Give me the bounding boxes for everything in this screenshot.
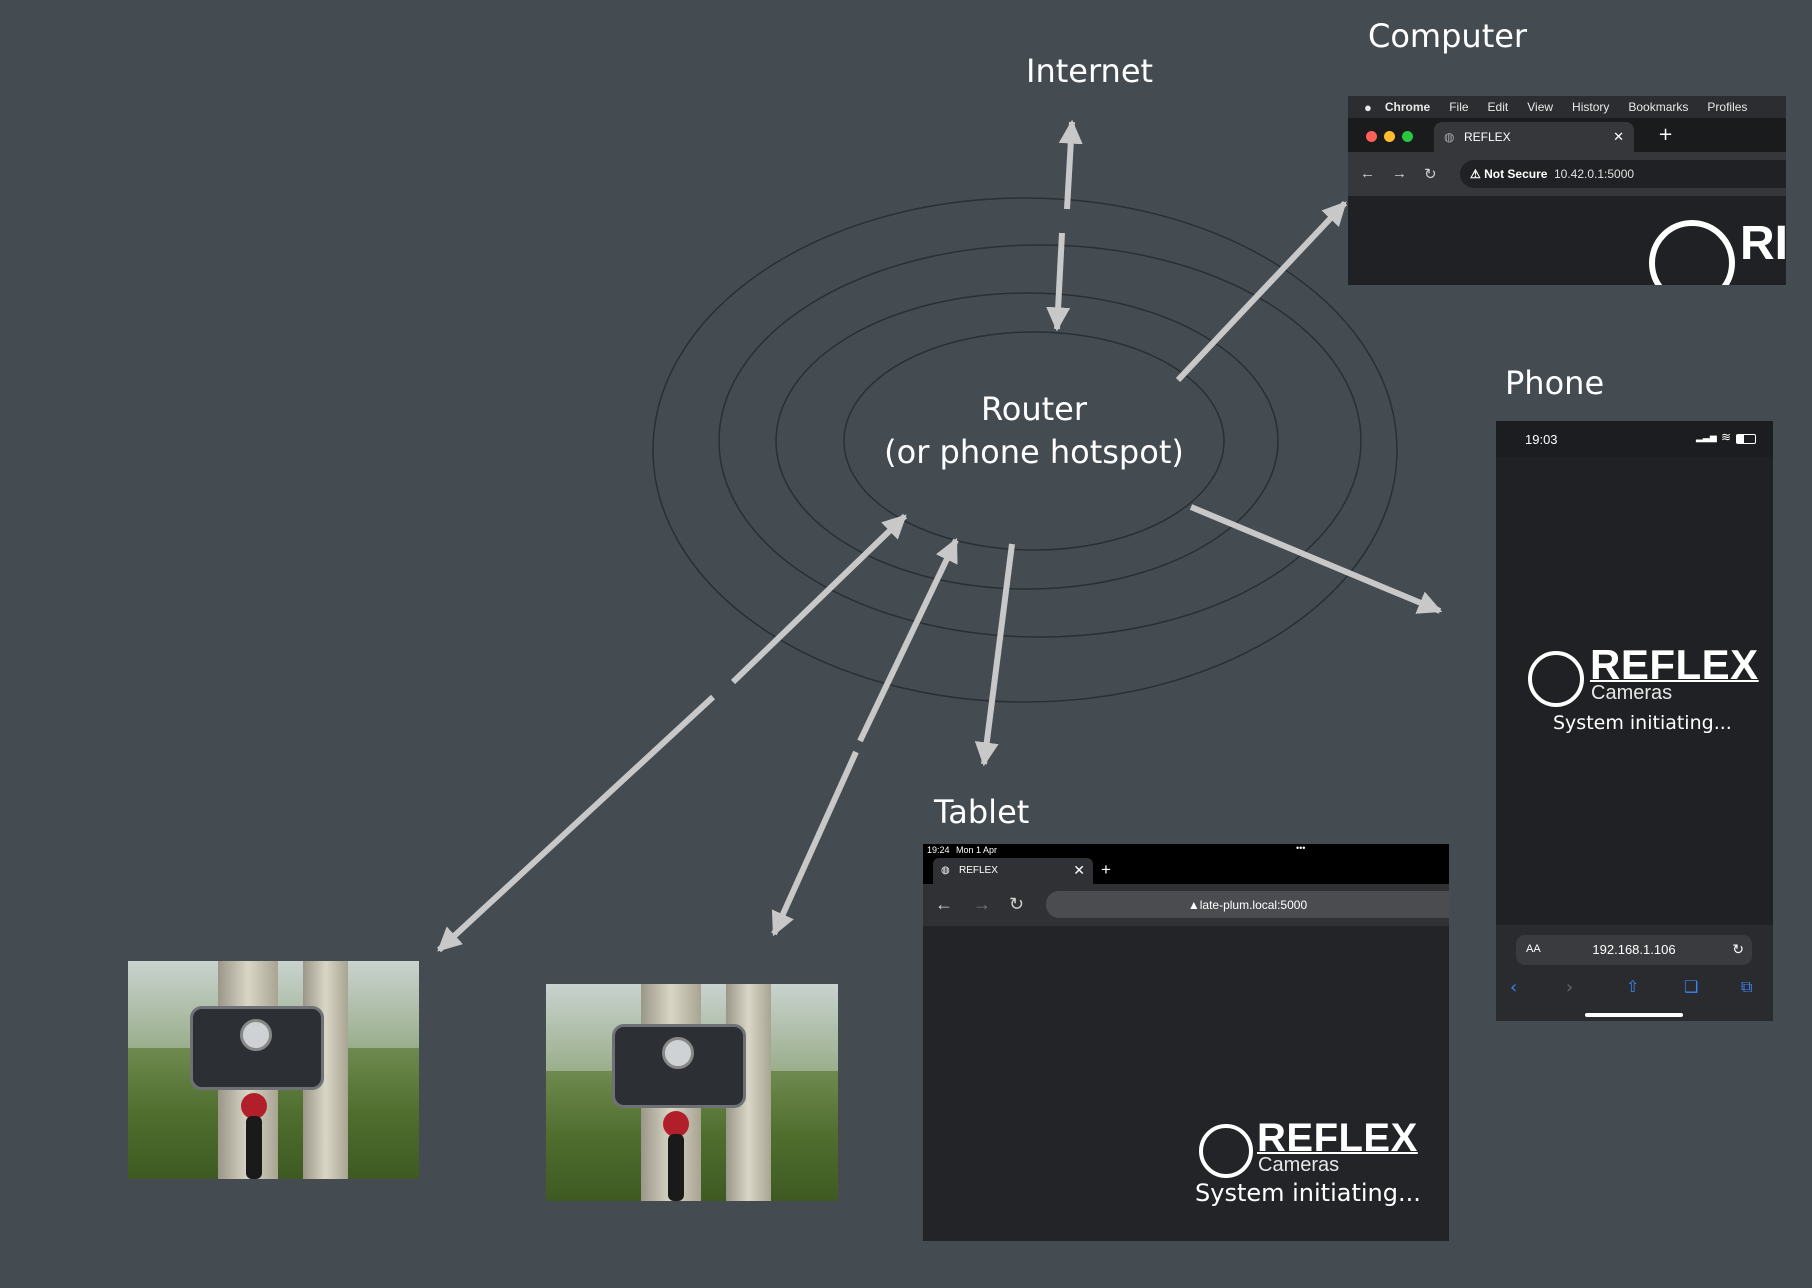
arrow-camera2-up: [857, 537, 959, 743]
tablet-label: Tablet: [934, 793, 1030, 831]
phone-subbrand: Cameras: [1591, 682, 1673, 704]
security-warning: ⚠ Not Secure: [1470, 167, 1548, 181]
tripod-legs: [246, 1116, 262, 1179]
forward-icon[interactable]: ›: [1566, 977, 1573, 998]
internet-label: Internet: [1026, 52, 1154, 90]
phone-time: 19:03: [1525, 432, 1558, 447]
wifi-icon: ≋: [1721, 430, 1732, 444]
tripod-legs: [668, 1134, 684, 1201]
phone-url: 192.168.1.106: [1592, 942, 1676, 957]
phone-safari-bottom: AA 192.168.1.106 ↻ ‹ › ⇧ ❑ ⧉: [1496, 925, 1773, 1021]
new-tab-button[interactable]: +: [1101, 860, 1111, 880]
tablet-date: Mon 1 Apr: [956, 845, 998, 855]
tablet-toolbar: ← → ↻ ▲late-plum.local:5000: [923, 884, 1449, 926]
menu-edit[interactable]: Edit: [1488, 100, 1509, 114]
back-icon[interactable]: ‹: [1510, 977, 1517, 998]
reflex-logo-partial: RI: [1740, 217, 1786, 270]
home-indicator: [1585, 1013, 1683, 1017]
share-icon[interactable]: ⇧: [1626, 977, 1639, 996]
router-label-line1: Router: [980, 390, 1088, 428]
menu-bookmarks[interactable]: Bookmarks: [1628, 100, 1688, 114]
minimize-window-button[interactable]: [1384, 131, 1395, 142]
phone-status: System initiating...: [1553, 712, 1732, 734]
globe-icon: ◍: [1444, 130, 1455, 144]
menu-history[interactable]: History: [1572, 100, 1609, 114]
address-url: 10.42.0.1:5000: [1554, 167, 1635, 181]
arrow-camera2-down: [771, 750, 859, 937]
tablet-url: late-plum.local:5000: [1199, 898, 1308, 912]
tablet-tab-title: REFLEX: [959, 865, 998, 876]
phone-label: Phone: [1505, 364, 1605, 402]
tab-title: REFLEX: [1464, 130, 1511, 144]
computer-browser-screenshot: ● Chrome File Edit View History Bookmark…: [1348, 96, 1786, 285]
chrome-toolbar: ← → ↻ ⚠ Not Secure 10.42.0.1:5000: [1348, 152, 1786, 196]
back-icon[interactable]: ←: [1360, 165, 1375, 182]
reload-icon[interactable]: ↻: [1009, 894, 1024, 915]
tablet-status: System initiating...: [1195, 1179, 1421, 1207]
camera-photo-2: [546, 984, 838, 1201]
tablet-address-bar[interactable]: ▲late-plum.local:5000: [1046, 891, 1449, 918]
phone-address-bar[interactable]: AA 192.168.1.106 ↻: [1516, 935, 1752, 965]
reflex-ring-icon: [1528, 651, 1584, 707]
camera-lens: [662, 1037, 694, 1069]
reflex-logo-ring: [1649, 220, 1735, 285]
arrow-to-phone: [1189, 504, 1443, 614]
maximize-window-button[interactable]: [1402, 131, 1413, 142]
phone-status-bar: 19:03 ▂▃▅ ≋: [1496, 421, 1773, 457]
tablet-browser-screenshot: 19:24 Mon 1 Apr ••• ◍ REFLEX ✕ + ← → ↻ ▲…: [923, 844, 1449, 1241]
reflex-ring-icon: [1199, 1124, 1253, 1178]
arrow-to-tablet: [974, 543, 1015, 767]
more-icon[interactable]: •••: [1296, 844, 1305, 853]
battery-icon: [1736, 434, 1756, 444]
router-label: Router (or phone hotspot): [844, 388, 1224, 474]
close-tab-icon[interactable]: ✕: [1613, 129, 1624, 145]
address-bar[interactable]: ⚠ Not Secure 10.42.0.1:5000: [1460, 160, 1786, 188]
camera-photo-1: [128, 961, 419, 1179]
tabs-icon[interactable]: ⧉: [1741, 977, 1752, 997]
arrow-camera1-down: [436, 694, 716, 953]
tablet-tabstrip: ◍ REFLEX ✕ +: [923, 858, 1449, 884]
arrow-internet-up: [1058, 119, 1083, 210]
reload-icon[interactable]: ↻: [1732, 941, 1744, 958]
new-tab-button[interactable]: +: [1658, 124, 1673, 145]
router-label-line2: (or phone hotspot): [884, 433, 1184, 471]
tablet-status-bar: 19:24 Mon 1 Apr •••: [923, 844, 1449, 858]
camera-lens: [240, 1019, 272, 1051]
tablet-time: 19:24: [927, 845, 950, 855]
apple-icon: ●: [1364, 99, 1372, 115]
arrow-to-computer: [1175, 200, 1348, 383]
computer-label: Computer: [1368, 17, 1528, 55]
mac-menubar: ● Chrome File Edit View History Bookmark…: [1348, 96, 1786, 118]
tablet-subbrand: Cameras: [1258, 1154, 1340, 1176]
menu-view[interactable]: View: [1527, 100, 1553, 114]
menu-file[interactable]: File: [1449, 100, 1468, 114]
chrome-tabstrip: ◍ REFLEX ✕ +: [1348, 118, 1786, 152]
menu-chrome[interactable]: Chrome: [1385, 100, 1430, 114]
tablet-url-wrap: ▲late-plum.local:5000: [1187, 898, 1308, 912]
forward-icon[interactable]: →: [1392, 165, 1407, 182]
close-tab-icon[interactable]: ✕: [1073, 862, 1085, 879]
menu-profiles[interactable]: Profiles: [1707, 100, 1747, 114]
arrow-internet-down: [1046, 232, 1071, 332]
phone-browser-screenshot: 19:03 ▂▃▅ ≋ REFLEX Cameras System initia…: [1496, 421, 1773, 1021]
browser-tab[interactable]: ◍ REFLEX ✕: [1434, 122, 1634, 152]
arrow-camera1-up: [730, 513, 908, 685]
back-icon[interactable]: ←: [935, 894, 953, 915]
reload-icon[interactable]: ↻: [1424, 165, 1437, 183]
tablet-tab[interactable]: ◍ REFLEX ✕: [933, 858, 1093, 884]
signal-icon: ▂▃▅: [1696, 432, 1717, 442]
computer-page: RI: [1348, 196, 1786, 285]
close-window-button[interactable]: [1366, 131, 1377, 142]
globe-icon: ◍: [941, 865, 950, 876]
bookmarks-icon[interactable]: ❑: [1684, 977, 1698, 996]
forward-icon[interactable]: →: [973, 894, 991, 915]
